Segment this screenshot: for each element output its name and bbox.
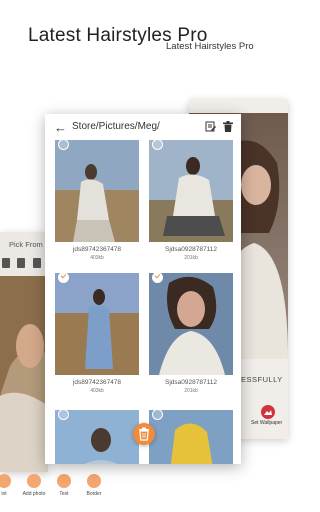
- add-photo-tool[interactable]: Add photo: [20, 474, 48, 497]
- file-item[interactable]: [149, 410, 233, 464]
- status-text: ESSFULLY: [241, 375, 283, 384]
- file-browser-screen: ← Store/Pictures/Meg/ jds89742367478 403: [45, 114, 241, 464]
- file-item[interactable]: jds89742367478 403kb: [55, 273, 139, 394]
- photo-editor-screen: Pick From: [0, 232, 48, 472]
- edit-icon[interactable]: [205, 121, 216, 132]
- border-icon: [87, 474, 101, 488]
- file-size: 201kb: [184, 255, 198, 261]
- file-name: jds89742367478: [72, 246, 122, 253]
- file-size: 403kb: [90, 388, 104, 394]
- photo-thumbnail[interactable]: [55, 273, 139, 375]
- text-tool[interactable]: Text: [54, 474, 74, 497]
- add-photo-icon: [27, 474, 41, 488]
- folder-path: Store/Pictures/Meg/: [72, 121, 160, 132]
- file-item[interactable]: Sjdsa0928787112 201kb: [149, 140, 233, 261]
- file-item[interactable]: Sjdsa0928787112 201kb: [149, 273, 233, 394]
- editor-photo: [0, 276, 48, 472]
- file-name: Sjdsa0928787112: [165, 379, 217, 386]
- photo-thumbnail[interactable]: [55, 410, 139, 464]
- file-name: Sjdsa0928787112: [165, 246, 217, 253]
- photo-thumbnail[interactable]: [149, 140, 233, 242]
- toolbar: ← Store/Pictures/Meg/: [45, 114, 241, 140]
- set-wallpaper-button[interactable]: Set Wallpaper: [251, 420, 282, 426]
- phone-icon[interactable]: [17, 258, 25, 268]
- edit-tool[interactable]: int: [0, 474, 14, 497]
- file-item[interactable]: jds89742367478 403kb: [55, 140, 139, 261]
- pick-from-title: Pick From: [9, 240, 43, 249]
- wallpaper-icon[interactable]: [261, 405, 275, 419]
- text-icon: [57, 474, 71, 488]
- phone-icon[interactable]: [33, 258, 41, 268]
- file-size: 201kb: [184, 388, 198, 394]
- trash-icon: [139, 427, 149, 441]
- delete-button[interactable]: [133, 423, 155, 445]
- photo-thumbnail[interactable]: [149, 410, 233, 464]
- file-name: jds89742367478: [72, 379, 122, 386]
- trash-icon[interactable]: [223, 121, 233, 132]
- file-item[interactable]: [55, 410, 139, 464]
- phone-icon[interactable]: [2, 258, 10, 268]
- photo-thumbnail[interactable]: [149, 273, 233, 375]
- edit-icon: [0, 474, 11, 488]
- back-arrow-icon[interactable]: ←: [54, 120, 67, 135]
- app-subtitle: Latest Hairstyles Pro: [166, 41, 254, 52]
- file-size: 403kb: [90, 255, 104, 261]
- border-tool[interactable]: Border: [84, 474, 104, 497]
- photo-thumbnail[interactable]: [55, 140, 139, 242]
